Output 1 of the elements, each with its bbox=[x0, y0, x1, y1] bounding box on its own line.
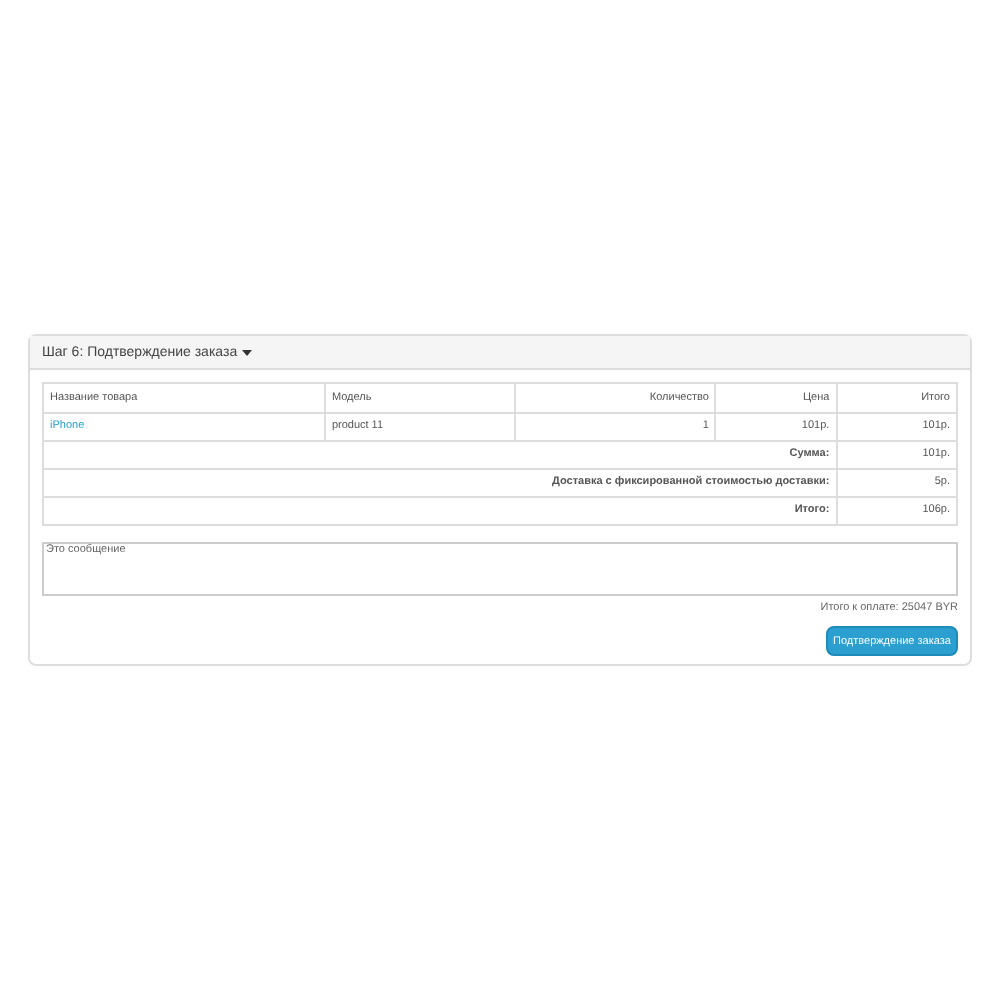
caret-icon bbox=[241, 349, 252, 355]
